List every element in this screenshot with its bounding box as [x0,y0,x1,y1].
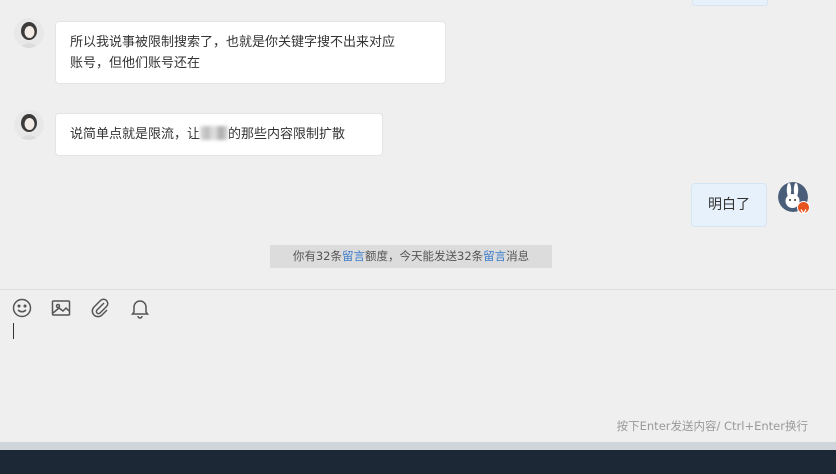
notice-link[interactable]: 留言 [342,249,365,263]
previous-message-bubble [692,0,768,6]
input-divider [0,289,836,290]
contact-avatar[interactable] [14,110,44,140]
notice-text: 你有32条 [292,249,342,263]
bell-icon[interactable] [128,296,152,320]
text-cursor [13,323,14,339]
message-quota-notice: 你有32条留言额度，今天能发送32条留言消息 [270,245,552,268]
emoji-icon[interactable] [10,296,34,320]
contact-avatar-image [14,110,44,140]
my-message-bubble: 明白了 [691,183,767,227]
redacted-text [200,126,229,140]
contact-avatar[interactable] [14,18,44,48]
notice-text: 额度，今天能发送32条 [365,249,484,263]
message-bubble: 所以我说事被限制搜索了，也就是你关键字搜不出来对应 账号，但他们账号还在 [55,21,446,84]
chat-message-area: 所以我说事被限制搜索了，也就是你关键字搜不出来对应 账号，但他们账号还在 说简单… [0,0,836,290]
message-text: 明白了 [708,197,750,213]
message-text-line: 账号，但他们账号还在 [70,56,201,71]
contact-avatar-image [14,18,44,48]
notice-link[interactable]: 留言 [483,249,506,263]
send-hint: 按下Enter发送内容/ Ctrl+Enter换行 [616,419,808,433]
message-bubble: 说简单点就是限流，让 的那些内容限制扩散 [55,113,383,156]
message-input[interactable] [0,318,836,413]
message-text: 说简单点就是限流，让 [70,127,201,142]
attachment-icon[interactable] [88,296,112,320]
window-bottom-border [0,442,836,450]
taskbar [0,450,836,474]
notice-text: 消息 [506,249,530,263]
message-text: 的那些内容限制扩散 [228,127,346,142]
message-text-line: 所以我说事被限制搜索了，也就是你关键字搜不出来对应 [70,35,396,50]
verified-badge-icon [797,201,810,215]
image-icon[interactable] [49,296,73,320]
